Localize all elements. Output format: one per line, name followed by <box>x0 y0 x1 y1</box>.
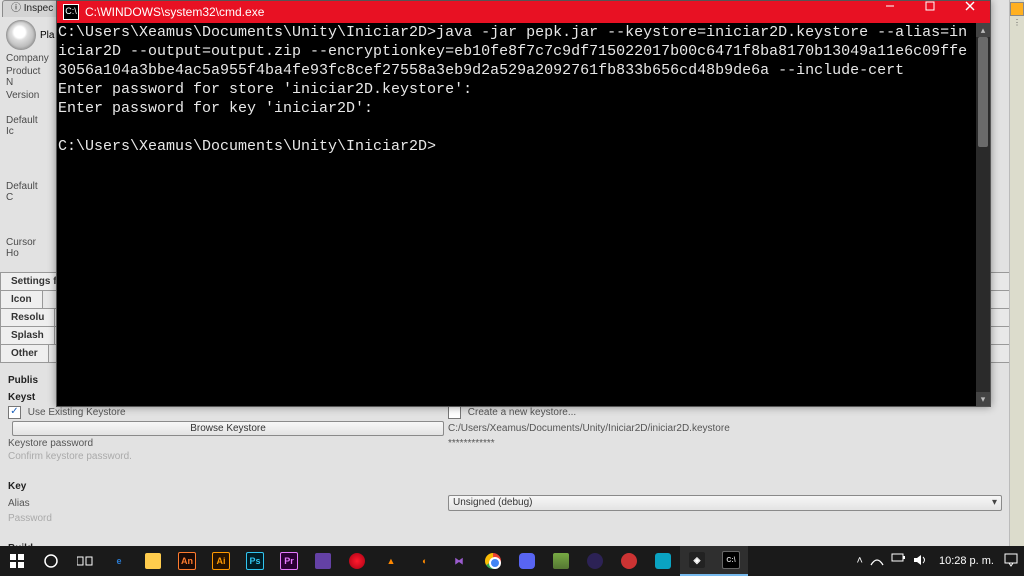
visual-studio-icon[interactable]: ⧓ <box>442 546 476 576</box>
version-label: Version <box>6 90 44 101</box>
keystore-password-value[interactable]: ************ <box>448 438 1002 449</box>
inspector-tab[interactable]: ⓘ Inspec <box>2 0 62 17</box>
adobe-animate-icon[interactable]: An <box>170 546 204 576</box>
default-cursor-label: Default C <box>6 181 44 203</box>
resolution-section[interactable]: Resolu <box>1 309 55 326</box>
chevron-down-icon: ▾ <box>992 496 997 510</box>
create-new-keystore-label: Create a new keystore... <box>468 407 576 418</box>
opera-icon[interactable] <box>340 546 374 576</box>
cmd-output[interactable]: C:\Users\Xeamus\Documents\Unity\Iniciar2… <box>57 23 976 406</box>
task-view-icon[interactable] <box>68 546 102 576</box>
keystore-password-label: Keystore password <box>8 438 448 449</box>
browse-keystore-button[interactable]: Browse Keystore <box>12 421 444 436</box>
discord-icon[interactable] <box>510 546 544 576</box>
cmd-window: C:\ C:\WINDOWS\system32\cmd.exe C:\Users… <box>56 0 991 407</box>
default-icon-label: Default Ic <box>6 115 44 137</box>
file-explorer-icon[interactable] <box>136 546 170 576</box>
cursor-hotspot-label: Cursor Ho <box>6 237 44 259</box>
use-existing-keystore-label: Use Existing Keystore <box>28 407 126 418</box>
create-new-keystore-checkbox[interactable] <box>448 406 461 419</box>
app-icon-1[interactable] <box>612 546 646 576</box>
cmd-titlebar[interactable]: C:\ C:\WINDOWS\system32\cmd.exe <box>57 1 990 23</box>
adobe-illustrator-icon[interactable]: Ai <box>204 546 238 576</box>
vlc-icon[interactable]: ▲ <box>374 546 408 576</box>
key-password-label: Password <box>8 513 448 524</box>
taskbar-clock[interactable]: 10:28 p. m. <box>935 555 998 567</box>
cmd-icon: C:\ <box>63 4 79 20</box>
alias-dropdown[interactable]: Unsigned (debug)▾ <box>448 495 1002 511</box>
panel-icon-1 <box>1010 2 1024 16</box>
battery-icon[interactable] <box>891 553 907 569</box>
player-settings-icon <box>6 20 36 50</box>
chrome-icon[interactable] <box>476 546 510 576</box>
maximize-button[interactable] <box>910 1 950 23</box>
icon-section[interactable]: Icon <box>1 291 43 308</box>
tray-chevron-up-icon[interactable]: ˄ <box>857 555 863 567</box>
blender-icon[interactable]: ◐ <box>408 546 442 576</box>
minimize-button[interactable] <box>870 1 910 23</box>
start-button[interactable] <box>0 546 34 576</box>
product-name-label: Product N <box>6 66 44 88</box>
unity-taskbar-icon[interactable]: ◈ <box>680 546 714 576</box>
eclipse-icon[interactable] <box>578 546 612 576</box>
system-tray: ˄ 10:28 p. m. <box>857 553 1024 569</box>
cortana-search-icon[interactable] <box>34 546 68 576</box>
use-existing-keystore-checkbox[interactable] <box>8 406 21 419</box>
alias-label: Alias <box>8 498 448 509</box>
app-icon-2[interactable] <box>646 546 680 576</box>
second-panel-edge: ⋮ <box>1009 0 1024 546</box>
winrar-icon[interactable] <box>544 546 578 576</box>
edge-icon[interactable]: e <box>102 546 136 576</box>
adobe-premiere-icon[interactable]: Pr <box>272 546 306 576</box>
adobe-photoshop-icon[interactable]: Ps <box>238 546 272 576</box>
cmd-scrollbar[interactable]: ▴ ▾ <box>976 23 990 406</box>
player-settings-label: Pla <box>40 30 54 41</box>
keystore-path: C:/Users/Xeamus/Documents/Unity/Iniciar2… <box>448 423 1002 434</box>
scroll-thumb[interactable] <box>978 37 988 147</box>
other-section[interactable]: Other <box>1 345 49 362</box>
taskbar: e An Ai Ps Pr ▲ ◐ ⧓ ◈ C:\ ˄ 10:28 p. m. <box>0 546 1024 576</box>
confirm-keystore-password-label: Confirm keystore password. <box>8 451 448 462</box>
twitch-icon[interactable] <box>306 546 340 576</box>
scroll-up-button[interactable]: ▴ <box>976 23 990 37</box>
key-header: Key <box>0 477 1010 494</box>
company-name-label: Company <box>6 53 44 64</box>
cmd-taskbar-icon[interactable]: C:\ <box>714 546 748 576</box>
close-button[interactable] <box>950 1 990 23</box>
network-icon[interactable] <box>869 553 885 569</box>
scroll-down-button[interactable]: ▾ <box>976 392 990 406</box>
action-center-icon[interactable] <box>1004 553 1020 569</box>
cmd-title-text: C:\WINDOWS\system32\cmd.exe <box>85 5 264 19</box>
volume-icon[interactable] <box>913 553 929 569</box>
splash-section[interactable]: Splash <box>1 327 55 344</box>
